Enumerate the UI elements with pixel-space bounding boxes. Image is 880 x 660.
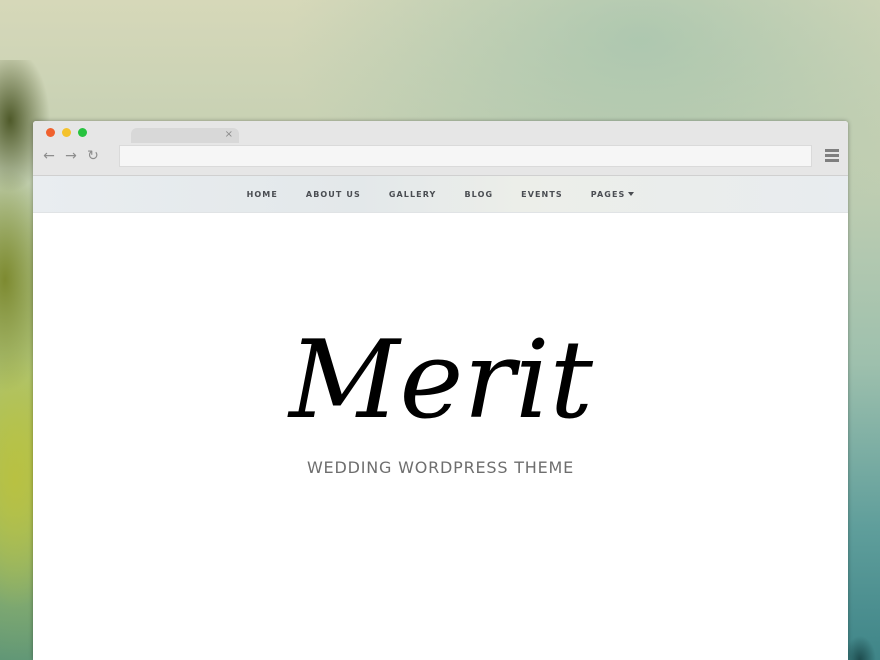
logo-wordmark: Merit: [286, 325, 593, 435]
browser-window: × ← → ↻ HOME ABOUT US GALLERY BLOG EVENT…: [33, 121, 848, 660]
hero-section: Merit WEDDING WORDPRESS THEME: [33, 213, 848, 660]
chevron-down-icon: [628, 192, 635, 196]
nav-item-pages-label: PAGES: [590, 189, 626, 199]
reload-icon[interactable]: ↻: [86, 148, 100, 164]
close-window-button[interactable]: [46, 128, 55, 137]
nav-item-blog[interactable]: BLOG: [450, 190, 507, 199]
nav-item-pages[interactable]: PAGES: [577, 190, 649, 199]
minimize-window-button[interactable]: [62, 128, 71, 137]
nav-item-gallery[interactable]: GALLERY: [375, 190, 451, 199]
back-arrow-icon[interactable]: ←: [42, 148, 56, 164]
nav-item-events[interactable]: EVENTS: [507, 190, 577, 199]
merit-script-logo: Merit: [286, 325, 593, 435]
site-navigation-bar: HOME ABOUT US GALLERY BLOG EVENTS PAGES: [33, 176, 848, 213]
hamburger-menu-icon[interactable]: [825, 149, 839, 164]
site-logo[interactable]: Merit: [33, 325, 848, 439]
nav-item-home[interactable]: HOME: [233, 190, 292, 199]
window-controls: [46, 128, 87, 137]
nav-item-about-us[interactable]: ABOUT US: [292, 190, 375, 199]
navigation-buttons: ← → ↻: [42, 148, 100, 164]
address-bar[interactable]: [119, 145, 812, 167]
tab-close-icon[interactable]: ×: [225, 129, 233, 141]
site-tagline: WEDDING WORDPRESS THEME: [306, 458, 575, 477]
maximize-window-button[interactable]: [78, 128, 87, 137]
browser-tab[interactable]: ×: [131, 128, 239, 143]
browser-toolbar: × ← → ↻: [33, 121, 848, 176]
forward-arrow-icon[interactable]: →: [64, 148, 78, 164]
